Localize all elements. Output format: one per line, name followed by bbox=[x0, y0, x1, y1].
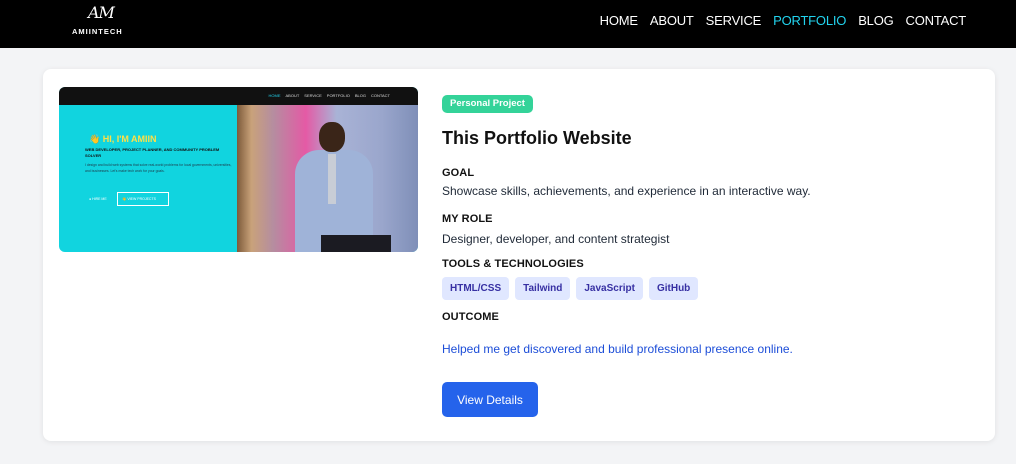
thumbnail-nav-item: HOME bbox=[268, 93, 281, 98]
thumbnail-subtitle: WEB DEVELOPER, PROJECT PLANNER, AND COMM… bbox=[85, 147, 220, 158]
thumbnail-paragraph: I design and build web systems that solv… bbox=[85, 163, 232, 173]
thumbnail-hire-button: ● HIRE ME bbox=[89, 197, 107, 201]
nav-blog[interactable]: BLOG bbox=[858, 13, 894, 28]
tool-tag: Tailwind bbox=[515, 277, 571, 300]
view-details-button[interactable]: View Details bbox=[442, 382, 538, 417]
thumbnail-nav-item: CONTACT bbox=[370, 93, 390, 98]
logo-mark: AM bbox=[88, 3, 115, 22]
role-text: Designer, developer, and content strateg… bbox=[442, 232, 670, 246]
thumbnail-nav-item: ABOUT bbox=[285, 93, 300, 98]
nav-service[interactable]: SERVICE bbox=[706, 13, 762, 28]
thumbnail-projects-button: 👋 VIEW PROJECTS bbox=[117, 192, 169, 206]
thumbnail-person bbox=[289, 122, 379, 252]
project-thumbnail[interactable]: HOME ABOUT SERVICE PORTFOLIO BLOG CONTAC… bbox=[59, 87, 418, 252]
thumbnail-greeting: 👋 HI, I'M AMIIN bbox=[89, 134, 157, 144]
thumbnail-nav-item: SERVICE bbox=[304, 93, 322, 98]
main-nav: HOME ABOUT SERVICE PORTFOLIO BLOG CONTAC… bbox=[600, 13, 967, 28]
goal-text: Showcase skills, achievements, and exper… bbox=[442, 184, 811, 198]
nav-portfolio[interactable]: PORTFOLIO bbox=[773, 13, 846, 28]
role-label: MY ROLE bbox=[442, 213, 493, 225]
thumbnail-nav-item: PORTFOLIO bbox=[326, 93, 350, 98]
site-logo[interactable]: AM AMIINTECH bbox=[72, 3, 130, 39]
thumbnail-nav: HOME ABOUT SERVICE PORTFOLIO BLOG CONTAC… bbox=[269, 93, 391, 98]
nav-home[interactable]: HOME bbox=[600, 13, 638, 28]
nav-contact[interactable]: CONTACT bbox=[906, 13, 967, 28]
outcome-label: OUTCOME bbox=[442, 311, 499, 323]
person-head bbox=[319, 122, 345, 152]
outcome-text: Helped me get discovered and build profe… bbox=[442, 342, 793, 356]
tool-tag: JavaScript bbox=[576, 277, 643, 300]
nav-about[interactable]: ABOUT bbox=[650, 13, 694, 28]
thumbnail-navbar: HOME ABOUT SERVICE PORTFOLIO BLOG CONTAC… bbox=[59, 87, 418, 105]
project-type-badge: Personal Project bbox=[442, 95, 533, 113]
site-header: AM AMIINTECH HOME ABOUT SERVICE PORTFOLI… bbox=[0, 0, 1016, 48]
thumbnail-laptop bbox=[321, 235, 391, 252]
logo-text: AMIINTECH bbox=[72, 27, 123, 36]
project-card: HOME ABOUT SERVICE PORTFOLIO BLOG CONTAC… bbox=[43, 69, 995, 441]
goal-label: GOAL bbox=[442, 167, 475, 179]
tools-label: TOOLS & TECHNOLOGIES bbox=[442, 258, 584, 270]
tool-tag: HTML/CSS bbox=[442, 277, 510, 300]
tools-tags: HTML/CSS Tailwind JavaScript GitHub bbox=[442, 277, 699, 300]
tool-tag: GitHub bbox=[648, 277, 699, 300]
thumbnail-nav-item: BLOG bbox=[354, 93, 366, 98]
person-tie bbox=[328, 154, 336, 204]
project-title: This Portfolio Website bbox=[442, 128, 632, 148]
